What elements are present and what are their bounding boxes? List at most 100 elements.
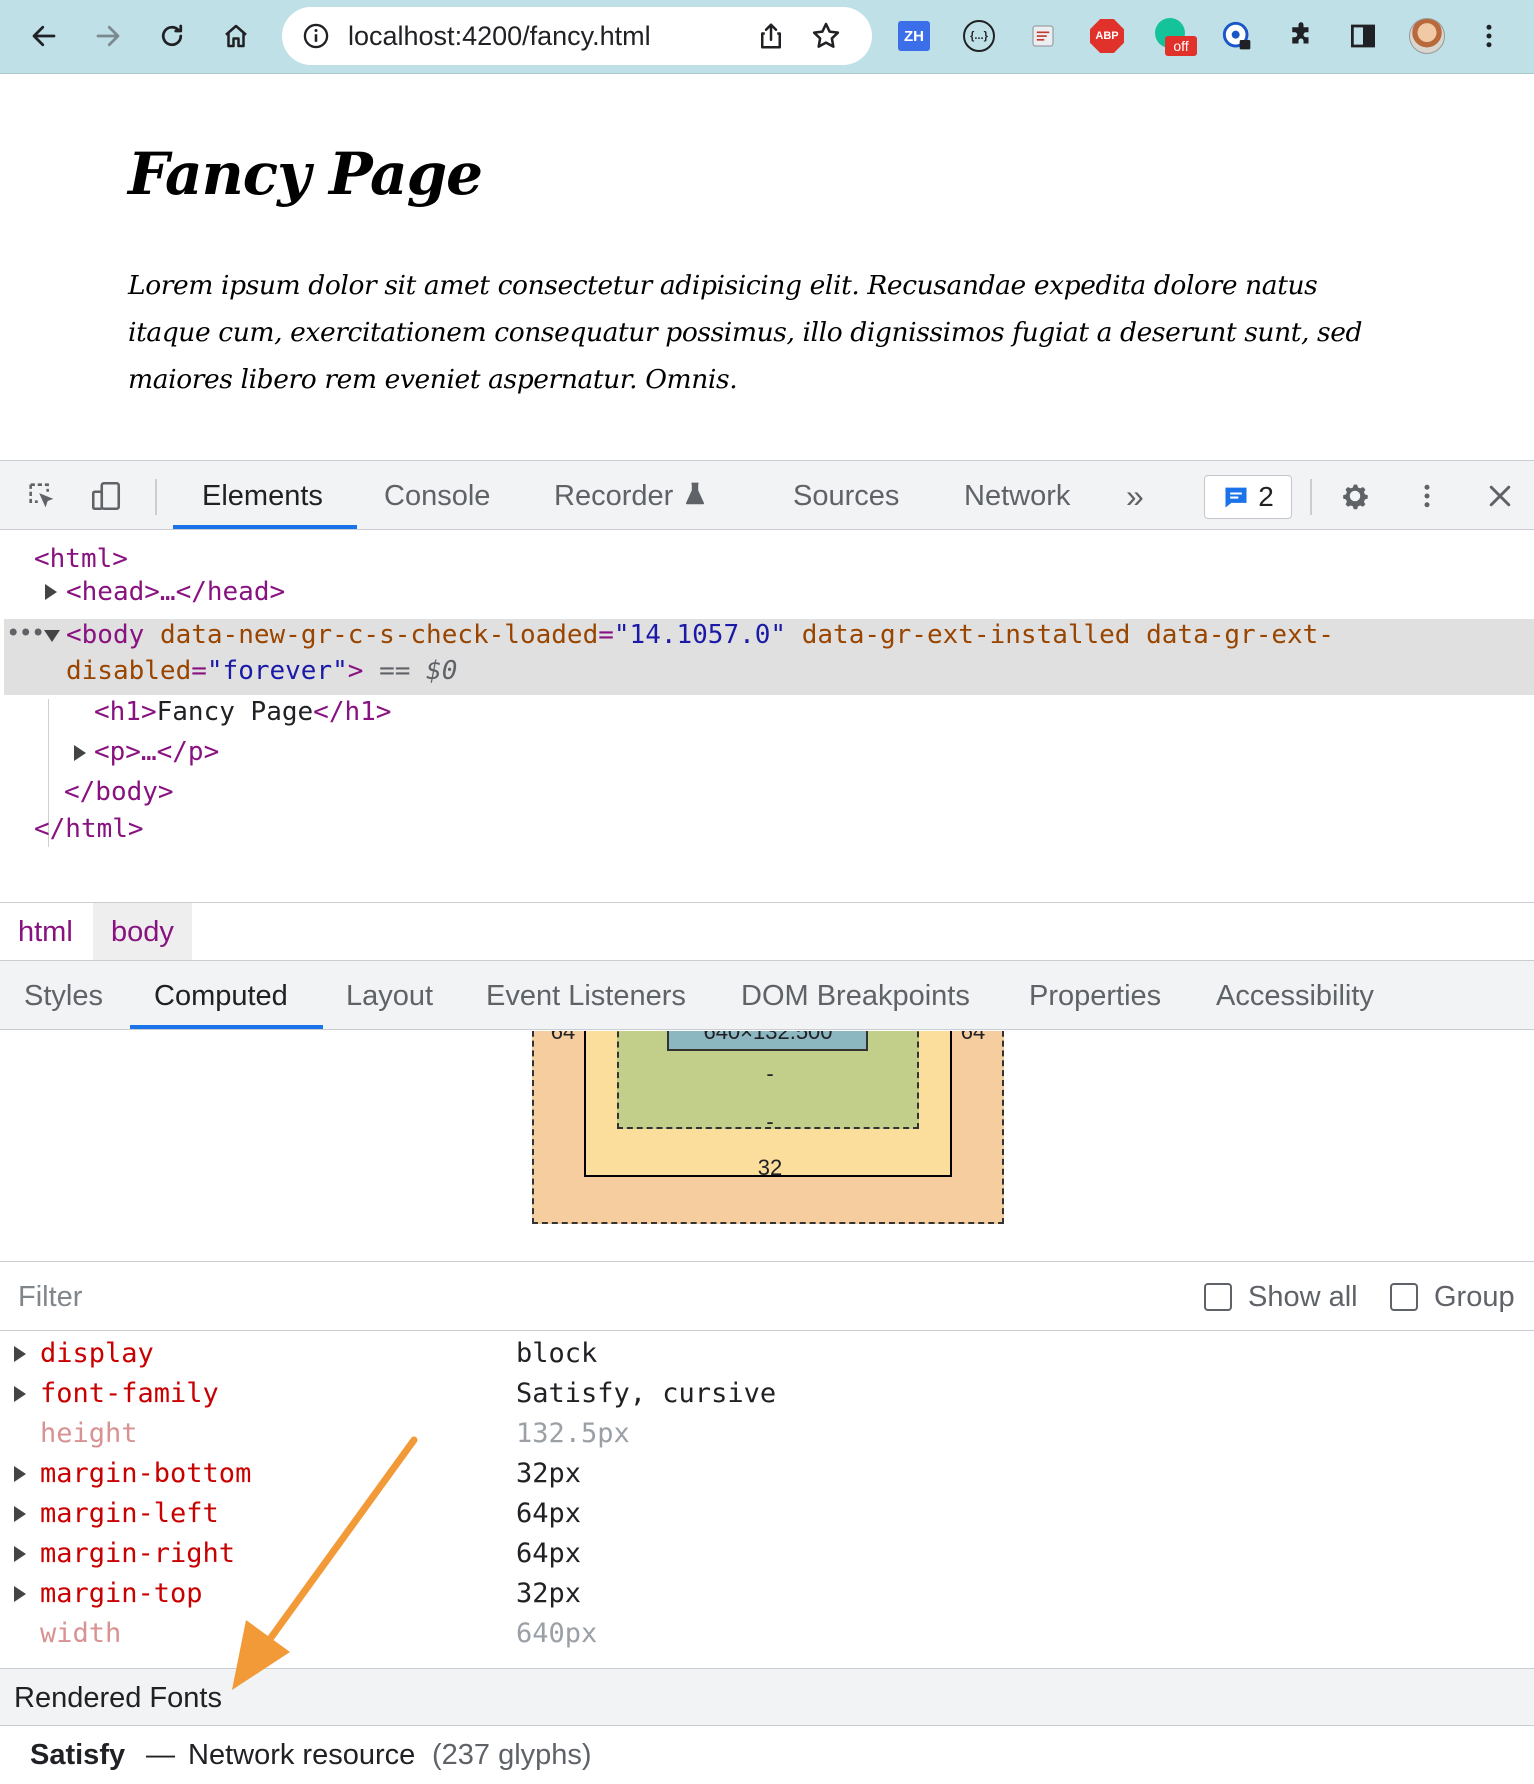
address-bar[interactable]: localhost:4200/fancy.html xyxy=(282,7,872,65)
dom-node-p[interactable]: <p>…</p> xyxy=(94,734,219,770)
browser-menu-button[interactable] xyxy=(1471,18,1507,54)
group-label[interactable]: Group xyxy=(1434,1262,1515,1332)
border-bottom-value[interactable]: - xyxy=(720,1109,820,1135)
computed-property-row[interactable]: height 132.5px xyxy=(0,1414,1534,1454)
computed-property-row[interactable]: margin-top 32px xyxy=(0,1574,1534,1614)
selected-dollar-var: $0 xyxy=(426,656,458,686)
dom-node-h1[interactable]: <h1>Fancy Page</h1> xyxy=(94,694,391,730)
issues-count: 2 xyxy=(1258,481,1274,512)
forward-button[interactable] xyxy=(86,14,130,58)
tab-recorder[interactable]: Recorder xyxy=(554,461,709,531)
breadcrumb-html[interactable]: html xyxy=(0,903,91,961)
issues-message-icon xyxy=(1225,487,1247,508)
tab-elements[interactable]: Elements xyxy=(202,461,323,531)
reload-button[interactable] xyxy=(150,14,194,58)
expand-property-triangle[interactable] xyxy=(14,1466,26,1482)
devtools-settings-button[interactable] xyxy=(1335,476,1375,516)
profile-avatar[interactable] xyxy=(1409,18,1445,54)
property-name: font-family xyxy=(40,1378,219,1409)
side-panel-icon[interactable] xyxy=(1345,18,1381,54)
expand-p-triangle[interactable] xyxy=(74,745,86,761)
tab-dom-breakpoints[interactable]: DOM Breakpoints xyxy=(741,961,970,1031)
tab-accessibility[interactable]: Accessibility xyxy=(1216,961,1374,1031)
issues-button[interactable]: 2 xyxy=(1204,475,1292,519)
expand-property-triangle[interactable] xyxy=(14,1386,26,1402)
margin-right-value[interactable]: 64 xyxy=(958,1031,988,1045)
computed-filter-bar: Filter Show all Group xyxy=(0,1261,1534,1331)
computed-property-row[interactable]: margin-left 64px xyxy=(0,1494,1534,1534)
dom-node-body-line2[interactable]: disabled="forever"> == $0 xyxy=(66,653,457,689)
tab-network[interactable]: Network xyxy=(964,461,1070,531)
property-value: 64px xyxy=(516,1538,582,1569)
rendered-fonts-header: Rendered Fonts xyxy=(0,1668,1534,1726)
computed-property-row[interactable]: margin-right 64px xyxy=(0,1534,1534,1574)
tab-styles[interactable]: Styles xyxy=(24,961,103,1031)
dom-node-body-line1[interactable]: <body data-new-gr-c-s-check-loaded="14.1… xyxy=(66,617,1334,653)
password-manager-icon[interactable] xyxy=(1219,18,1255,54)
computed-property-row[interactable]: width 640px xyxy=(0,1614,1534,1654)
notes-icon xyxy=(1032,25,1054,47)
more-tabs-button[interactable]: » xyxy=(1126,461,1144,531)
expand-property-triangle[interactable] xyxy=(14,1546,26,1562)
devtools-menu-button[interactable] xyxy=(1407,476,1447,516)
content-size-value[interactable]: 640×132.500 xyxy=(670,1031,866,1045)
url-text[interactable]: localhost:4200/fancy.html xyxy=(348,7,651,65)
side-panel-glyph-icon xyxy=(1351,24,1375,48)
tab-layout[interactable]: Layout xyxy=(346,961,433,1031)
extensions-puzzle-icon[interactable] xyxy=(1283,18,1319,54)
notes-extension-icon[interactable] xyxy=(1025,18,1061,54)
dom-node-body-close[interactable]: </body> xyxy=(64,774,174,810)
json-viewer-icon[interactable]: {...} xyxy=(961,18,997,54)
home-button[interactable] xyxy=(214,14,258,58)
share-icon[interactable] xyxy=(756,21,786,51)
experimental-flask-icon xyxy=(686,482,705,505)
adblock-badge: ABP xyxy=(1090,19,1124,53)
margin-left-value[interactable]: 64 xyxy=(548,1031,578,1045)
node-actions-ellipsis[interactable]: ••• xyxy=(6,615,45,651)
gear-icon xyxy=(1343,484,1368,510)
close-devtools-button[interactable] xyxy=(1480,476,1520,516)
property-value: 32px xyxy=(516,1458,582,1489)
tab-console[interactable]: Console xyxy=(384,461,490,531)
margin-bottom-value[interactable]: 32 xyxy=(720,1155,820,1181)
tab-sources[interactable]: Sources xyxy=(793,461,899,531)
attr-ext-disabled-value: "forever" xyxy=(206,656,348,686)
kebab-menu-icon xyxy=(1486,24,1492,48)
kebab-vertical-icon xyxy=(1424,484,1430,508)
close-icon xyxy=(1489,485,1511,507)
breadcrumb-body[interactable]: body xyxy=(93,903,192,961)
head-collapsed-tag: <head>…</head> xyxy=(66,577,286,607)
tab-event-listeners[interactable]: Event Listeners xyxy=(486,961,686,1031)
inspect-element-button[interactable] xyxy=(22,476,62,516)
computed-property-row[interactable]: margin-bottom 32px xyxy=(0,1454,1534,1494)
translate-zh-icon[interactable]: ZH xyxy=(896,18,932,54)
dom-node-html[interactable]: <html> xyxy=(34,541,128,577)
adblock-plus-icon[interactable]: ABP xyxy=(1089,18,1125,54)
html-close-tag: </html> xyxy=(34,814,144,844)
computed-properties-list: display block font-family Satisfy, cursi… xyxy=(0,1332,1534,1668)
expand-property-triangle[interactable] xyxy=(14,1586,26,1602)
grammarly-icon[interactable]: off xyxy=(1155,18,1197,56)
expand-property-triangle[interactable] xyxy=(14,1346,26,1362)
tab-properties[interactable]: Properties xyxy=(1029,961,1161,1031)
computed-property-row[interactable]: display block xyxy=(0,1334,1534,1374)
device-mobile-icon xyxy=(91,481,121,511)
expand-head-triangle[interactable] xyxy=(45,584,57,600)
back-button[interactable] xyxy=(22,14,66,58)
padding-bottom-value[interactable]: - xyxy=(720,1061,820,1087)
rendered-fonts-title: Rendered Fonts xyxy=(14,1682,222,1714)
show-all-checkbox[interactable] xyxy=(1204,1283,1232,1311)
tab-computed[interactable]: Computed xyxy=(154,961,288,1031)
dom-node-head[interactable]: <head>…</head> xyxy=(66,574,285,610)
device-toolbar-button[interactable] xyxy=(86,476,126,516)
collapse-body-triangle[interactable] xyxy=(44,630,60,642)
group-checkbox[interactable] xyxy=(1390,1283,1418,1311)
filter-input[interactable]: Filter xyxy=(18,1262,82,1332)
show-all-label[interactable]: Show all xyxy=(1248,1262,1358,1332)
bookmark-star-icon[interactable] xyxy=(810,20,842,52)
property-name: width xyxy=(40,1618,122,1649)
site-info-icon[interactable] xyxy=(302,22,330,50)
computed-property-row[interactable]: font-family Satisfy, cursive xyxy=(0,1374,1534,1414)
dom-node-html-close[interactable]: </html> xyxy=(34,811,144,847)
expand-property-triangle[interactable] xyxy=(14,1506,26,1522)
